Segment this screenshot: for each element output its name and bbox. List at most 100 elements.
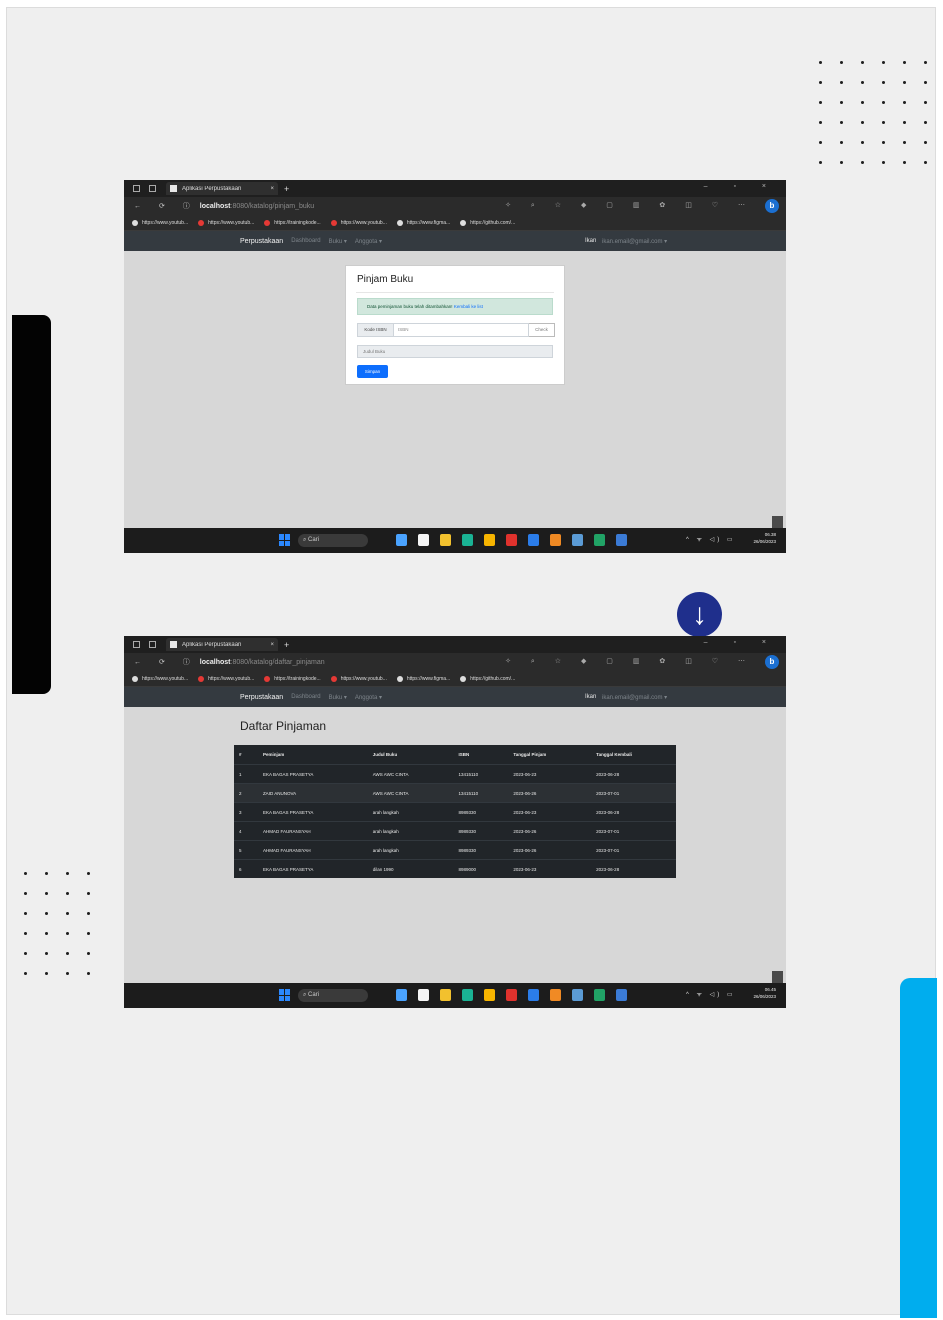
bookmark-item[interactable]: https://www.youtub... <box>132 219 188 226</box>
table-cell: AWS AWC CINTA <box>372 771 409 777</box>
taskbar-app-icon[interactable] <box>528 534 539 546</box>
taskbar-app-icon[interactable] <box>440 534 451 546</box>
isbn-input[interactable]: ISBN <box>394 323 529 337</box>
nav-link-buku[interactable]: Buku ▾ <box>329 238 347 245</box>
table-cell: 1 <box>239 771 242 777</box>
check-button[interactable]: Check <box>529 323 555 337</box>
taskbar-app-icon[interactable] <box>506 534 517 546</box>
divider <box>356 292 554 293</box>
bookmark-item[interactable]: https://trainingkode... <box>264 675 321 682</box>
bookmark-item[interactable]: https://github.com/... <box>460 219 515 226</box>
close-tab-icon[interactable]: × <box>270 186 274 192</box>
browser-tab-bar: Aplikasi Perpustakaan × + – ▫ × <box>124 180 786 197</box>
bookmark-item[interactable]: https://github.com/... <box>460 675 515 682</box>
bookmark-item[interactable]: https://www.figma... <box>396 219 450 226</box>
taskbar-search[interactable]: ⌕ Cari <box>298 534 368 547</box>
taskbar-app-icon[interactable] <box>462 989 473 1001</box>
judul-buku-field[interactable]: Judul Buku <box>357 345 553 358</box>
taskbar-app-icon[interactable] <box>396 989 407 1001</box>
bookmark-item[interactable]: https://www.youtub... <box>198 675 254 682</box>
nav-icons[interactable]: ← ⟳ ⓘ <box>134 657 198 667</box>
alert-link[interactable]: Kembali ke list <box>454 304 483 309</box>
isbn-input-group: Kode ISBN ISBN Check <box>357 323 555 337</box>
taskbar-app-icon[interactable] <box>572 989 583 1001</box>
taskbar-app-icon[interactable] <box>396 534 407 546</box>
favicon-icon <box>170 641 177 648</box>
dot <box>861 121 864 124</box>
taskbar-app-icon[interactable] <box>572 534 583 546</box>
dot <box>861 61 864 64</box>
taskbar-app-icon[interactable] <box>462 534 473 546</box>
taskbar-corner-icon[interactable] <box>772 971 783 983</box>
bookmark-item[interactable]: https://www.youtub... <box>330 675 387 682</box>
url-path: :8080/katalog/pinjam_buku <box>230 202 315 210</box>
taskbar-search[interactable]: ⌕ Cari <box>298 989 368 1002</box>
workspace-icon[interactable] <box>133 185 140 192</box>
nav-link-dashboard[interactable]: Dashboard <box>291 238 320 244</box>
nav-link-buku[interactable]: Buku ▾ <box>329 694 347 701</box>
workspace-icon[interactable] <box>133 641 140 648</box>
new-tab-icon[interactable]: + <box>284 640 289 650</box>
windows-start-icon[interactable] <box>279 534 291 546</box>
window-controls[interactable]: – ▫ × <box>704 183 778 190</box>
copilot-icon[interactable]: b <box>765 199 779 213</box>
bookmark-favicon-icon <box>330 675 337 682</box>
taskbar-app-icon[interactable] <box>550 534 561 546</box>
taskbar-app-icon[interactable] <box>528 989 539 1001</box>
taskbar-app-icon[interactable] <box>440 989 451 1001</box>
system-tray[interactable]: ^ ᯤ ◁) ▭ <box>686 535 736 543</box>
browser-tab[interactable]: Aplikasi Perpustakaan × <box>166 182 278 195</box>
windows-start-icon[interactable] <box>279 989 291 1001</box>
pinjam-buku-card: Pinjam Buku Data peminjaman buku telah d… <box>345 265 565 385</box>
url-field[interactable]: localhost:8080/katalog/daftar_pinjaman <box>200 659 325 666</box>
user-menu[interactable]: ikan.email@gmail.com ▾ <box>602 694 667 701</box>
taskbar-app-icon[interactable] <box>484 989 495 1001</box>
taskbar-clock[interactable]: 06.45 26/06/2023 <box>753 986 776 1000</box>
bookmark-label: https://www.youtub... <box>340 219 387 226</box>
window-controls[interactable]: – ▫ × <box>704 639 778 646</box>
taskbar-app-icon[interactable] <box>594 989 605 1001</box>
column-header: Judul Buku <box>372 752 398 757</box>
bookmark-label: https://www.youtub... <box>142 675 189 682</box>
bookmark-favicon-icon <box>396 219 403 226</box>
bookmark-label: https://www.youtub... <box>208 219 255 226</box>
page-title: Daftar Pinjaman <box>240 719 327 733</box>
bookmark-item[interactable]: https://www.youtub... <box>132 675 189 682</box>
new-tab-icon[interactable]: + <box>284 184 289 194</box>
nav-link-anggota[interactable]: Anggota ▾ <box>355 694 382 701</box>
simpan-button[interactable]: Simpan <box>357 365 388 378</box>
system-tray[interactable]: ^ ᯤ ◁) ▭ <box>686 990 736 998</box>
dot <box>840 101 843 104</box>
nav-icons[interactable]: ← ⟳ ⓘ <box>134 201 198 211</box>
bookmark-item[interactable]: https://trainingkode... <box>264 219 321 226</box>
taskbar-corner-icon[interactable] <box>772 516 783 528</box>
nav-link-dashboard[interactable]: Dashboard <box>291 694 320 700</box>
bookmark-item[interactable]: https://www.youtub... <box>198 219 255 226</box>
close-tab-icon[interactable]: × <box>270 642 274 648</box>
nav-link-anggota[interactable]: Anggota ▾ <box>355 238 382 245</box>
taskbar-app-icon[interactable] <box>418 989 429 1001</box>
taskbar-app-icon[interactable] <box>594 534 605 546</box>
table-cell: 2023-06-23 <box>513 809 537 815</box>
bookmark-item[interactable]: https://www.youtub... <box>330 219 387 226</box>
browser-tab[interactable]: Aplikasi Perpustakaan × <box>166 638 278 651</box>
extension-icons[interactable]: ✧ ⌕ ☆ ◆ ▢ ▥ ✿ ◫ ♡ ⋯ <box>505 657 754 666</box>
taskbar-app-icon[interactable] <box>550 989 561 1001</box>
taskbar-app-icon[interactable] <box>616 534 627 546</box>
extension-icons[interactable]: ✧ ⌕ ☆ ◆ ▢ ▥ ✿ ◫ ♡ ⋯ <box>505 201 754 210</box>
navbar-brand[interactable]: Perpustakaan <box>240 694 283 701</box>
taskbar-app-icon[interactable] <box>484 534 495 546</box>
tab-actions-icon[interactable] <box>149 185 156 192</box>
taskbar-app-icon[interactable] <box>616 989 627 1001</box>
table-cell: 2023-06-28 <box>596 809 620 815</box>
dot <box>861 101 864 104</box>
taskbar-clock[interactable]: 06.38 26/06/2023 <box>753 531 776 545</box>
bookmark-item[interactable]: https://www.figma... <box>396 675 450 682</box>
copilot-icon[interactable]: b <box>765 655 779 669</box>
navbar-brand[interactable]: Perpustakaan <box>240 238 283 245</box>
user-menu[interactable]: ikan.email@gmail.com ▾ <box>602 238 667 245</box>
taskbar-app-icon[interactable] <box>506 989 517 1001</box>
url-field[interactable]: localhost:8080/katalog/pinjam_buku <box>200 203 314 210</box>
taskbar-app-icon[interactable] <box>418 534 429 546</box>
tab-actions-icon[interactable] <box>149 641 156 648</box>
